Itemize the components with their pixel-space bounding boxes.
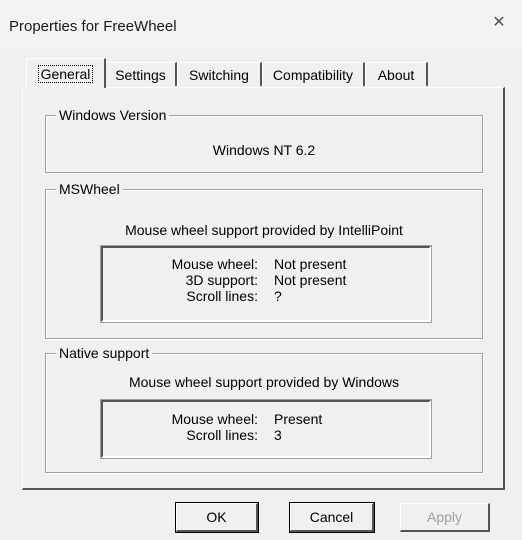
- info-value: Present: [274, 411, 323, 427]
- info-value: 3: [274, 427, 282, 443]
- apply-button[interactable]: Apply: [400, 503, 490, 532]
- tab-about[interactable]: About: [365, 62, 428, 86]
- native-row-mouse-wheel: Mouse wheel: Present: [103, 411, 429, 427]
- info-label: Mouse wheel:: [171, 256, 258, 272]
- tab-compatibility-label: Compatibility: [272, 66, 354, 83]
- mswheel-row-scroll-lines: Scroll lines: ?: [103, 288, 429, 304]
- tab-general[interactable]: General: [26, 58, 106, 88]
- tab-settings[interactable]: Settings: [105, 62, 177, 86]
- tab-switching[interactable]: Switching: [177, 62, 262, 86]
- mswheel-info-box: Mouse wheel: Not present 3D support: Not…: [100, 245, 432, 323]
- tab-about-label: About: [377, 66, 415, 83]
- tab-switching-label: Switching: [189, 66, 249, 83]
- native-row-scroll-lines: Scroll lines: 3: [103, 427, 429, 443]
- windows-version-title: Windows Version: [56, 106, 170, 124]
- close-button[interactable]: ✕: [476, 0, 522, 44]
- mswheel-support-text: Mouse wheel support provided by IntelliP…: [125, 222, 403, 238]
- tab-general-label: General: [37, 64, 94, 83]
- native-info-box: Mouse wheel: Present Scroll lines: 3: [100, 399, 432, 459]
- tab-settings-label: Settings: [115, 66, 166, 83]
- info-value: Not present: [274, 256, 347, 272]
- mswheel-title: MSWheel: [56, 180, 123, 198]
- info-label: Scroll lines:: [186, 288, 258, 304]
- info-value: Not present: [274, 272, 347, 288]
- info-label: Mouse wheel:: [171, 411, 258, 427]
- window-title: Properties for FreeWheel: [9, 18, 177, 35]
- general-tab-panel: Windows Version Windows NT 6.2 MSWheel M…: [22, 87, 505, 490]
- mswheel-group: MSWheel Mouse wheel support provided by …: [45, 180, 483, 339]
- native-support-title: Native support: [56, 344, 153, 362]
- tab-strip: General Settings Switching Compatibility…: [0, 56, 522, 88]
- info-label: 3D support:: [185, 272, 258, 288]
- mswheel-row-3d-support: 3D support: Not present: [103, 272, 429, 288]
- tab-compatibility[interactable]: Compatibility: [262, 62, 365, 86]
- mswheel-row-mouse-wheel: Mouse wheel: Not present: [103, 256, 429, 272]
- ok-button[interactable]: OK: [175, 502, 259, 533]
- info-value: ?: [274, 288, 282, 304]
- native-support-text: Mouse wheel support provided by Windows: [128, 374, 400, 390]
- native-support-group: Native support Mouse wheel support provi…: [45, 344, 483, 473]
- windows-version-value: Windows NT 6.2: [212, 142, 316, 158]
- title-bar: Properties for FreeWheel ✕: [0, 0, 522, 48]
- close-icon: ✕: [492, 14, 506, 31]
- cancel-button[interactable]: Cancel: [289, 502, 375, 533]
- windows-version-group: Windows Version Windows NT 6.2: [45, 106, 483, 173]
- info-label: Scroll lines:: [186, 427, 258, 443]
